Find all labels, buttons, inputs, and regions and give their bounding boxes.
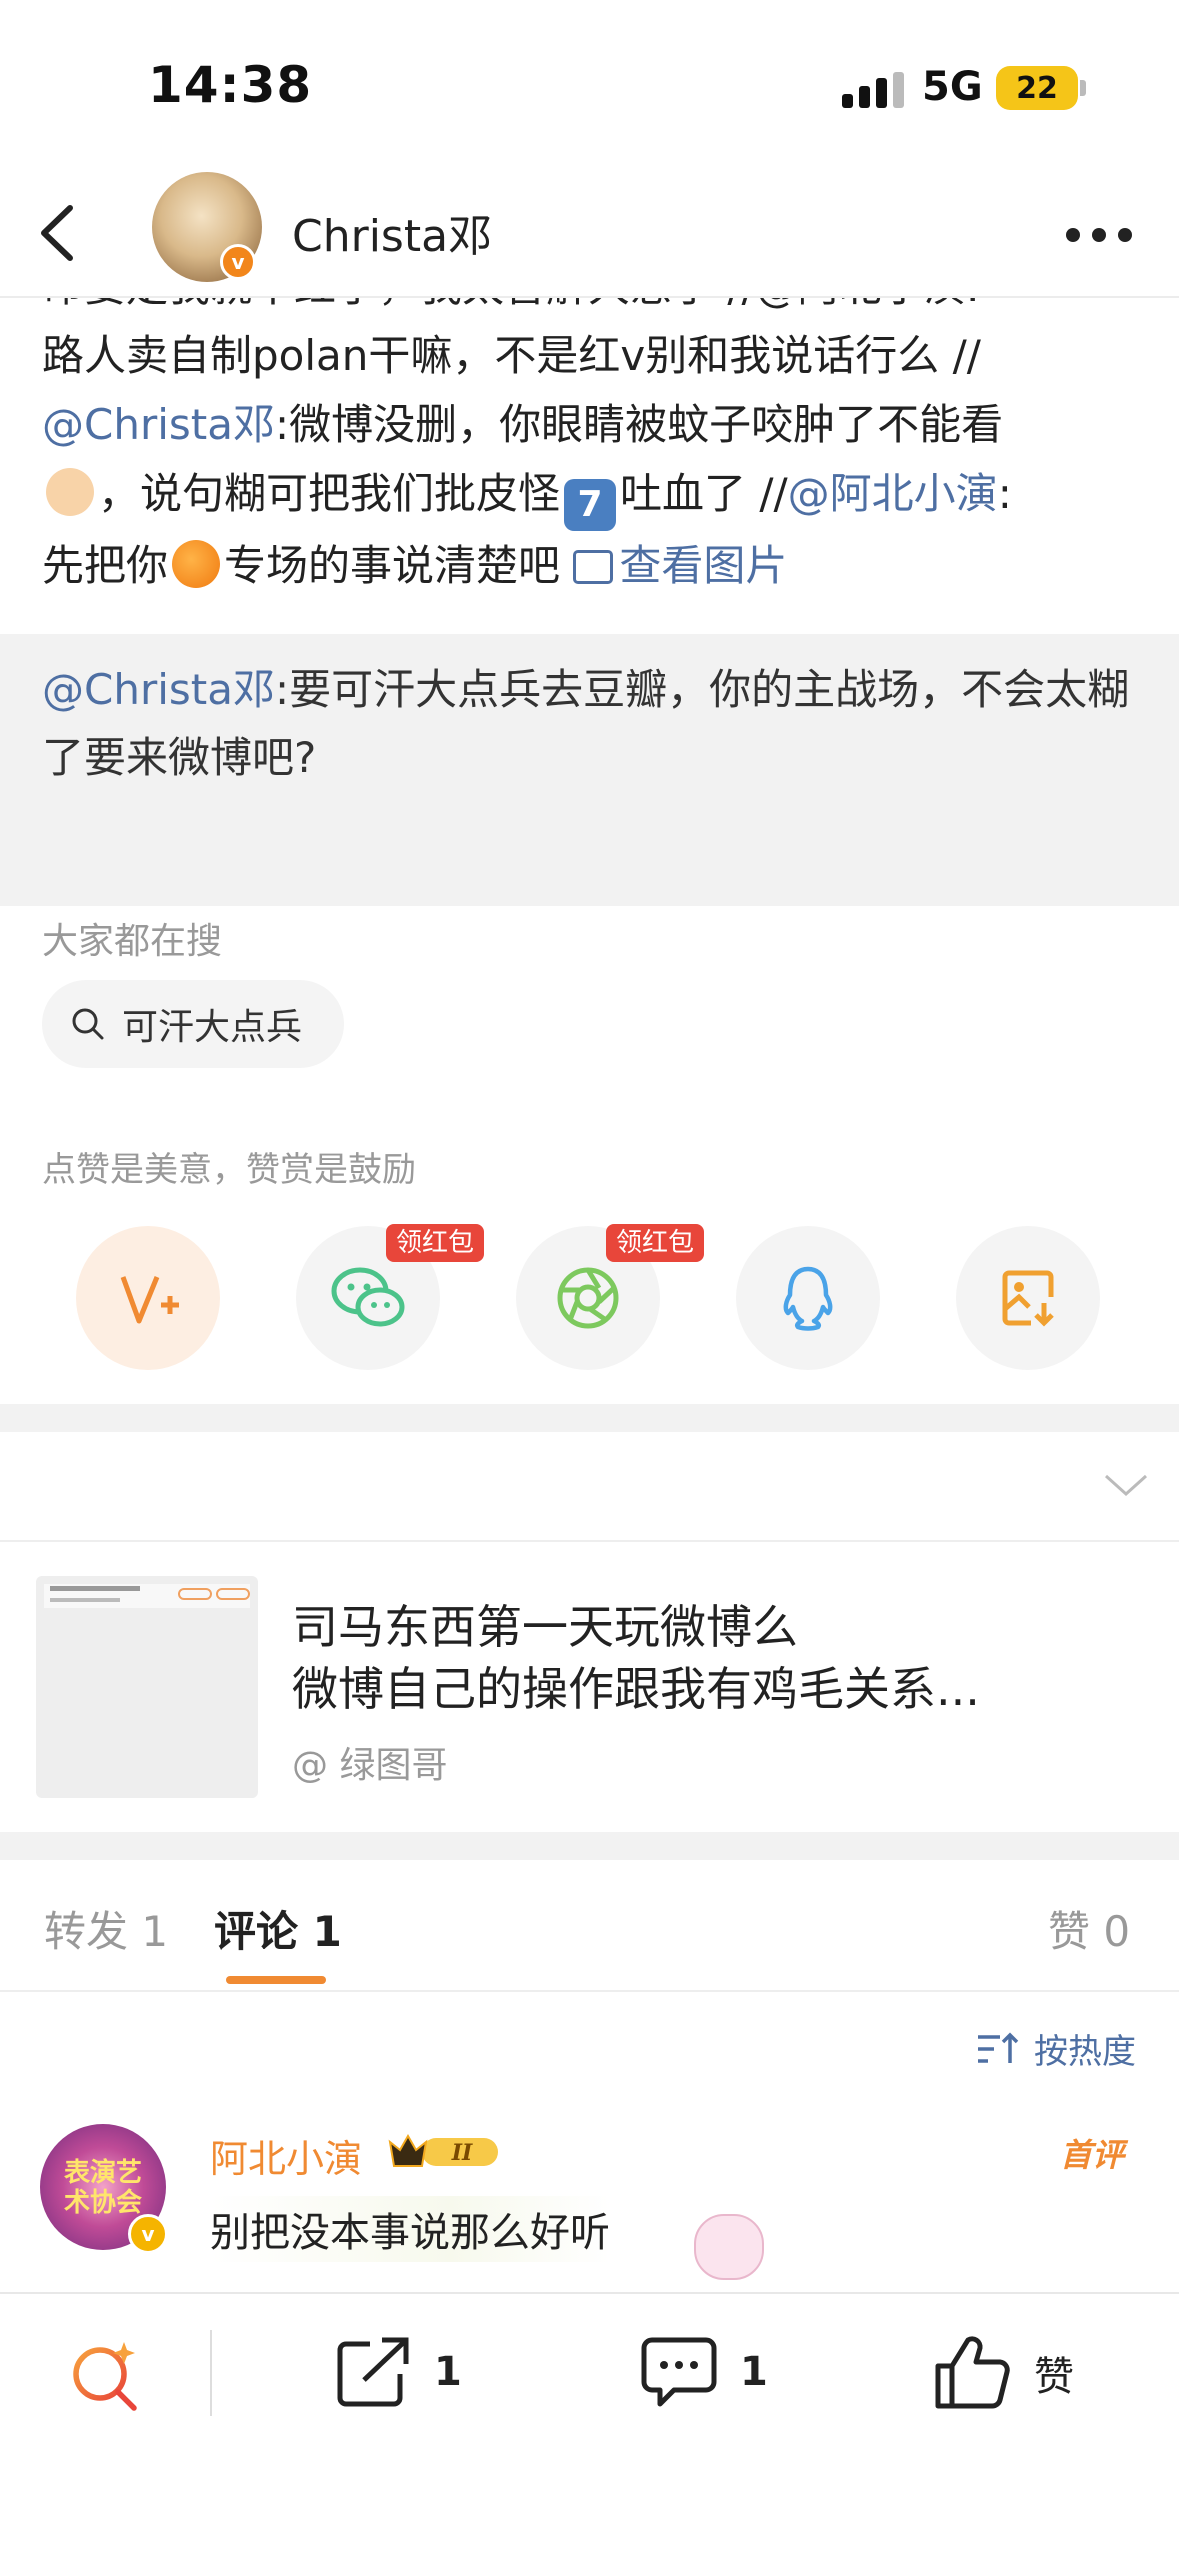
signal-icon: [842, 72, 906, 108]
divider-line: [0, 1990, 1179, 1992]
reward-v-icon: [120, 1276, 179, 1324]
post-text-segment: 吐血了 //: [620, 469, 788, 518]
linked-card-thumbnail[interactable]: [36, 1576, 258, 1798]
status-bar: 14:38 5G 22: [0, 0, 1179, 170]
tab-repost[interactable]: 转发 1: [44, 1898, 168, 1959]
linked-card-title-line: 微博自己的操作跟我有鸡毛关系...: [292, 1662, 980, 1716]
vip-crown-badge-icon: II: [388, 2133, 498, 2167]
verified-badge-icon: v: [220, 244, 256, 280]
super-search-icon: [73, 2342, 137, 2411]
more-options-icon[interactable]: [1066, 220, 1136, 250]
share-qq-button[interactable]: [736, 1226, 880, 1370]
reward-title: 点赞是美意，赞赏是鼓励: [42, 1150, 416, 1190]
thumbs-up-icon: [935, 2336, 1010, 2409]
verified-badge-icon: v: [128, 2214, 168, 2254]
search-button[interactable]: [66, 2336, 168, 2416]
tab-comment[interactable]: 评论 1: [214, 1898, 342, 1959]
sort-icon: [978, 2032, 1019, 2063]
sort-by-hot-button[interactable]: 按热度: [976, 2024, 1136, 2073]
comment-button[interactable]: 1: [640, 2334, 768, 2410]
original-post-quote[interactable]: @Christa邓:要可汗大点兵去豆瓣，你的主战场，不会太糊了要来微博吧?: [0, 634, 1179, 906]
thumbnail-preview: [44, 1584, 250, 1608]
quote-text: @Christa邓:要可汗大点兵去豆瓣，你的主战场，不会太糊了要来微博吧?: [42, 656, 1142, 792]
status-time: 14:38: [148, 56, 313, 114]
sort-label: 按热度: [1034, 2032, 1136, 2072]
post-line-3: @Christa邓:微博没删，你眼睛被蚊子咬肿了不能看: [42, 390, 1152, 459]
first-comment-badge: 首评: [1060, 2136, 1125, 2174]
post-line-4: ，说句糊可把我们批皮怪 7 吐血了 //@阿北小演:: [42, 459, 1152, 531]
bottom-action-bar: 1 1 赞: [0, 2292, 1179, 2556]
battery-icon: 22: [996, 66, 1078, 110]
sticker-icon: [694, 2214, 764, 2280]
orange-emoji-icon: [172, 540, 221, 588]
top-nav-bar: v Christa邓: [0, 170, 1179, 298]
finger-heart-emoji-icon: [46, 468, 94, 516]
like-label: 赞: [1034, 2354, 1074, 2400]
save-image-icon: [1002, 1270, 1054, 1327]
battery-nub: [1080, 80, 1086, 96]
vip-level: II: [451, 2140, 473, 2166]
mention-link[interactable]: @Christa邓: [42, 400, 275, 449]
view-image-label: 查看图片: [619, 541, 788, 590]
post-line-2: 路人卖自制polan干嘛，不是红v别和我说话行么 //: [42, 331, 981, 380]
post-text-segment: 专场的事说清楚吧: [224, 541, 561, 590]
mention-link[interactable]: @阿北小演: [788, 469, 998, 518]
author-name[interactable]: Christa邓: [292, 200, 492, 264]
repost-icon: [337, 2337, 409, 2407]
post-line-5: 先把你 专场的事说清楚吧 查看图片: [42, 531, 1152, 600]
qq-icon: [783, 1266, 833, 1331]
post-text-segment: :微博没删，你眼睛被蚊子咬肿了不能看: [274, 400, 1004, 449]
comment-icon: [641, 2337, 717, 2407]
reward-button[interactable]: [76, 1226, 220, 1370]
wechat-icon: [331, 1267, 405, 1327]
linked-card-title[interactable]: 司马东西第一天玩微博么 微博自己的操作跟我有鸡毛关系...: [292, 1596, 1132, 1720]
mention-link[interactable]: @Christa邓: [42, 665, 275, 714]
commenter-avatar-label: 表演艺术协会: [63, 2158, 142, 2218]
redpack-badge-moments: 领红包: [606, 1224, 705, 1262]
post-text-segment: ，说句糊可把我们批皮怪: [98, 469, 561, 518]
save-image-button[interactable]: [956, 1226, 1100, 1370]
comment-text: 别把没本事说那么好听: [210, 2196, 610, 2262]
post-text-segment: 先把你: [42, 541, 169, 590]
view-image-link[interactable]: 查看图片: [573, 541, 787, 590]
post-text: 命要走我就不红了，我太害解大患了 //@阿北小演: 路人卖自制polan干嘛，不…: [42, 280, 1152, 600]
section-divider: [0, 1404, 1179, 1432]
comment-count: 1: [740, 2349, 768, 2395]
search-icon: [72, 1008, 104, 1040]
active-tab-indicator: [226, 1976, 326, 1984]
image-icon: [573, 550, 614, 584]
post-text-segment: :: [997, 469, 1012, 518]
back-arrow-icon[interactable]: [30, 198, 90, 268]
search-chip-label: 可汗大点兵: [122, 1007, 303, 1048]
keycap-seven-icon: 7: [564, 479, 617, 531]
network-label: 5G: [922, 64, 983, 110]
share-row: 领红包 领红包: [0, 1224, 1179, 1376]
battery-level: 22: [1016, 70, 1058, 106]
search-chip[interactable]: 可汗大点兵: [42, 980, 344, 1068]
like-button[interactable]: 赞: [932, 2334, 1074, 2412]
commenter-name[interactable]: 阿北小演: [210, 2128, 362, 2183]
bottom-bar-separator: [210, 2330, 212, 2416]
repost-count: 1: [434, 2349, 462, 2395]
chevron-down-icon[interactable]: [1102, 1470, 1150, 1500]
redpack-badge-wechat: 领红包: [386, 1224, 485, 1262]
divider-line: [0, 1540, 1179, 1542]
repost-button[interactable]: 1: [334, 2334, 462, 2410]
section-divider: [0, 1832, 1179, 1860]
tab-like[interactable]: 赞 0: [1048, 1898, 1130, 1959]
linked-card-author: @ 绿图哥: [292, 1745, 448, 1786]
moments-icon: [557, 1267, 619, 1329]
trending-search-title: 大家都在搜: [42, 921, 223, 962]
post-body: 命要走我就不红了，我太害解大患了 //@阿北小演: 路人卖自制polan干嘛，不…: [0, 280, 1179, 620]
linked-card-title-line: 司马东西第一天玩微博么: [292, 1600, 798, 1654]
